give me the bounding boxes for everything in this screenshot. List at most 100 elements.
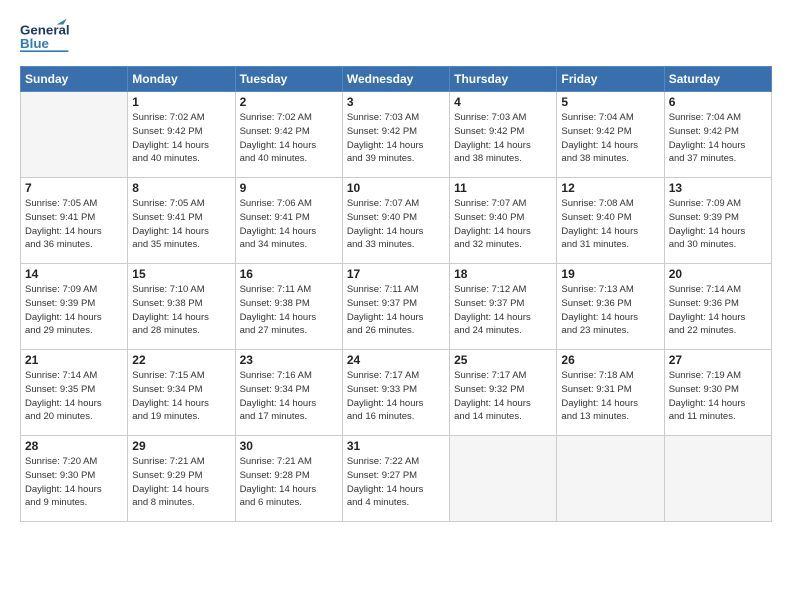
day-info: Sunrise: 7:13 AM Sunset: 9:36 PM Dayligh… — [561, 283, 659, 338]
calendar-week-row: 7Sunrise: 7:05 AM Sunset: 9:41 PM Daylig… — [21, 178, 772, 264]
calendar-day-cell: 15 Sunrise: 7:10 AM Sunset: 9:38 PM Dayli… — [128, 264, 235, 350]
day-info: Sunrise: 7:19 AM Sunset: 9:30 PM Dayligh… — [669, 369, 767, 424]
calendar-day-cell: 4 Sunrise: 7:03 AM Sunset: 9:42 PM Daylig… — [450, 92, 557, 178]
calendar-day-cell: 12 Sunrise: 7:08 AM Sunset: 9:40 PM Dayli… — [557, 178, 664, 264]
day-info: Sunrise: 7:09 AM Sunset: 9:39 PM Dayligh… — [25, 283, 123, 338]
calendar-day-cell: 31 Sunrise: 7:22 AM Sunset: 9:27 PM Dayli… — [342, 436, 449, 522]
calendar-day-cell: 2 Sunrise: 7:02 AM Sunset: 9:42 PM Daylig… — [235, 92, 342, 178]
day-number: 23 — [240, 353, 338, 367]
calendar-day-cell: 28 Sunrise: 7:20 AM Sunset: 9:30 PM Dayli… — [21, 436, 128, 522]
calendar-day-cell: 26 Sunrise: 7:18 AM Sunset: 9:31 PM Dayli… — [557, 350, 664, 436]
day-info: Sunrise: 7:22 AM Sunset: 9:27 PM Dayligh… — [347, 455, 445, 510]
day-number: 29 — [132, 439, 230, 453]
calendar-week-row: 28 Sunrise: 7:20 AM Sunset: 9:30 PM Dayli… — [21, 436, 772, 522]
calendar-week-row: 1 Sunrise: 7:02 AM Sunset: 9:42 PM Daylig… — [21, 92, 772, 178]
calendar-day-cell: 9 Sunrise: 7:06 AM Sunset: 9:41 PM Daylig… — [235, 178, 342, 264]
calendar-day-cell: 6Sunrise: 7:04 AM Sunset: 9:42 PM Daylig… — [664, 92, 771, 178]
calendar-day-cell: 8 Sunrise: 7:05 AM Sunset: 9:41 PM Daylig… — [128, 178, 235, 264]
day-info: Sunrise: 7:08 AM Sunset: 9:40 PM Dayligh… — [561, 197, 659, 252]
day-number: 27 — [669, 353, 767, 367]
day-number: 16 — [240, 267, 338, 281]
day-number: 30 — [240, 439, 338, 453]
day-info: Sunrise: 7:16 AM Sunset: 9:34 PM Dayligh… — [240, 369, 338, 424]
calendar-day-cell: 24Sunrise: 7:17 AM Sunset: 9:33 PM Dayli… — [342, 350, 449, 436]
calendar: SundayMondayTuesdayWednesdayThursdayFrid… — [20, 66, 772, 522]
calendar-day-cell: 23 Sunrise: 7:16 AM Sunset: 9:34 PM Dayli… — [235, 350, 342, 436]
day-number: 11 — [454, 181, 552, 195]
calendar-day-cell: 11Sunrise: 7:07 AM Sunset: 9:40 PM Dayli… — [450, 178, 557, 264]
calendar-day-cell: 22 Sunrise: 7:15 AM Sunset: 9:34 PM Dayli… — [128, 350, 235, 436]
calendar-day-cell: 13Sunrise: 7:09 AM Sunset: 9:39 PM Dayli… — [664, 178, 771, 264]
day-info: Sunrise: 7:21 AM Sunset: 9:28 PM Dayligh… — [240, 455, 338, 510]
calendar-day-cell: 29 Sunrise: 7:21 AM Sunset: 9:29 PM Dayli… — [128, 436, 235, 522]
calendar-day-cell: 1 Sunrise: 7:02 AM Sunset: 9:42 PM Daylig… — [128, 92, 235, 178]
calendar-day-cell: 30 Sunrise: 7:21 AM Sunset: 9:28 PM Dayli… — [235, 436, 342, 522]
calendar-day-cell: 27 Sunrise: 7:19 AM Sunset: 9:30 PM Dayli… — [664, 350, 771, 436]
day-info: Sunrise: 7:11 AM Sunset: 9:38 PM Dayligh… — [240, 283, 338, 338]
day-info: Sunrise: 7:18 AM Sunset: 9:31 PM Dayligh… — [561, 369, 659, 424]
day-number: 26 — [561, 353, 659, 367]
day-number: 2 — [240, 95, 338, 109]
svg-text:Blue: Blue — [20, 36, 49, 51]
day-number: 17 — [347, 267, 445, 281]
calendar-day-cell: 21Sunrise: 7:14 AM Sunset: 9:35 PM Dayli… — [21, 350, 128, 436]
day-number: 22 — [132, 353, 230, 367]
day-number: 9 — [240, 181, 338, 195]
calendar-week-row: 14 Sunrise: 7:09 AM Sunset: 9:39 PM Dayli… — [21, 264, 772, 350]
weekday-header-cell: Sunday — [21, 67, 128, 92]
calendar-day-cell: 3 Sunrise: 7:03 AM Sunset: 9:42 PM Daylig… — [342, 92, 449, 178]
day-number: 19 — [561, 267, 659, 281]
day-info: Sunrise: 7:10 AM Sunset: 9:38 PM Dayligh… — [132, 283, 230, 338]
header: General Blue — [20, 16, 772, 58]
day-info: Sunrise: 7:17 AM Sunset: 9:33 PM Dayligh… — [347, 369, 445, 424]
day-number: 5 — [561, 95, 659, 109]
calendar-day-cell: 18 Sunrise: 7:12 AM Sunset: 9:37 PM Dayli… — [450, 264, 557, 350]
day-info: Sunrise: 7:02 AM Sunset: 9:42 PM Dayligh… — [240, 111, 338, 166]
day-info: Sunrise: 7:20 AM Sunset: 9:30 PM Dayligh… — [25, 455, 123, 510]
day-info: Sunrise: 7:06 AM Sunset: 9:41 PM Dayligh… — [240, 197, 338, 252]
day-number: 31 — [347, 439, 445, 453]
day-info: Sunrise: 7:03 AM Sunset: 9:42 PM Dayligh… — [347, 111, 445, 166]
day-info: Sunrise: 7:03 AM Sunset: 9:42 PM Dayligh… — [454, 111, 552, 166]
day-info: Sunrise: 7:11 AM Sunset: 9:37 PM Dayligh… — [347, 283, 445, 338]
day-info: Sunrise: 7:17 AM Sunset: 9:32 PM Dayligh… — [454, 369, 552, 424]
day-number: 10 — [347, 181, 445, 195]
weekday-header-cell: Wednesday — [342, 67, 449, 92]
day-number: 12 — [561, 181, 659, 195]
day-number: 4 — [454, 95, 552, 109]
logo: General Blue — [20, 16, 70, 58]
day-info: Sunrise: 7:07 AM Sunset: 9:40 PM Dayligh… — [347, 197, 445, 252]
day-number: 28 — [25, 439, 123, 453]
page: General Blue SundayMondayTuesdayWednesda… — [0, 0, 792, 612]
calendar-day-cell: 7Sunrise: 7:05 AM Sunset: 9:41 PM Daylig… — [21, 178, 128, 264]
logo-icon: General Blue — [20, 16, 70, 58]
day-number: 20 — [669, 267, 767, 281]
day-info: Sunrise: 7:02 AM Sunset: 9:42 PM Dayligh… — [132, 111, 230, 166]
day-info: Sunrise: 7:09 AM Sunset: 9:39 PM Dayligh… — [669, 197, 767, 252]
calendar-day-cell: 19 Sunrise: 7:13 AM Sunset: 9:36 PM Dayli… — [557, 264, 664, 350]
day-number: 3 — [347, 95, 445, 109]
day-info: Sunrise: 7:04 AM Sunset: 9:42 PM Dayligh… — [561, 111, 659, 166]
day-number: 14 — [25, 267, 123, 281]
calendar-header-row: SundayMondayTuesdayWednesdayThursdayFrid… — [21, 67, 772, 92]
day-info: Sunrise: 7:21 AM Sunset: 9:29 PM Dayligh… — [132, 455, 230, 510]
day-number: 15 — [132, 267, 230, 281]
day-info: Sunrise: 7:05 AM Sunset: 9:41 PM Dayligh… — [25, 197, 123, 252]
day-info: Sunrise: 7:05 AM Sunset: 9:41 PM Dayligh… — [132, 197, 230, 252]
weekday-header-cell: Saturday — [664, 67, 771, 92]
day-number: 8 — [132, 181, 230, 195]
day-info: Sunrise: 7:12 AM Sunset: 9:37 PM Dayligh… — [454, 283, 552, 338]
calendar-body: 1 Sunrise: 7:02 AM Sunset: 9:42 PM Daylig… — [21, 92, 772, 522]
day-number: 1 — [132, 95, 230, 109]
calendar-day-cell: 5 Sunrise: 7:04 AM Sunset: 9:42 PM Daylig… — [557, 92, 664, 178]
calendar-day-cell: 10 Sunrise: 7:07 AM Sunset: 9:40 PM Dayli… — [342, 178, 449, 264]
calendar-day-cell — [557, 436, 664, 522]
calendar-day-cell — [21, 92, 128, 178]
day-number: 25 — [454, 353, 552, 367]
day-info: Sunrise: 7:15 AM Sunset: 9:34 PM Dayligh… — [132, 369, 230, 424]
weekday-header-cell: Monday — [128, 67, 235, 92]
day-number: 21 — [25, 353, 123, 367]
day-number: 18 — [454, 267, 552, 281]
calendar-day-cell: 25 Sunrise: 7:17 AM Sunset: 9:32 PM Dayli… — [450, 350, 557, 436]
calendar-day-cell — [450, 436, 557, 522]
